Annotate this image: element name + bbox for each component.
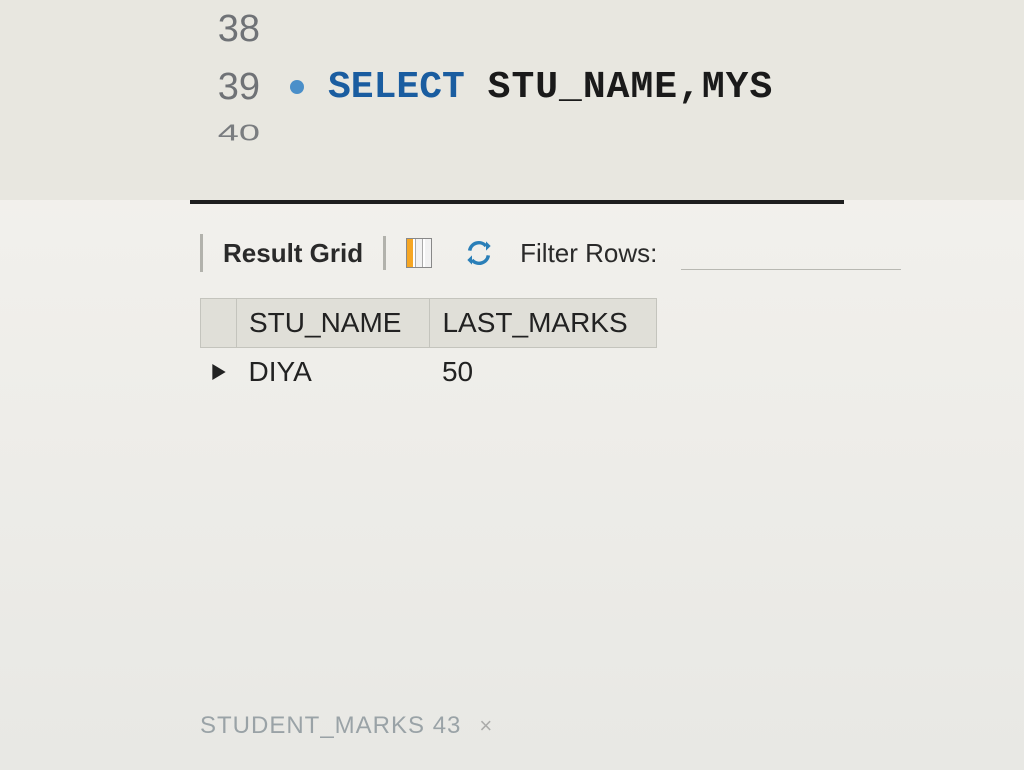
- results-toolbar: Result Grid Filter Rows:: [0, 204, 1024, 290]
- close-icon[interactable]: ×: [479, 713, 492, 739]
- grid-view-icon[interactable]: [406, 238, 432, 268]
- results-tab-bar: STUDENT_MARKS 43 ×: [200, 712, 492, 740]
- breakpoint-dot-icon[interactable]: [290, 80, 304, 94]
- corner-cell: [201, 299, 237, 348]
- column-header-stu-name[interactable]: STU_NAME: [237, 299, 430, 348]
- tab-student-marks[interactable]: STUDENT_MARKS 43: [200, 712, 461, 740]
- line-number: 40: [200, 121, 280, 147]
- result-grid-label: Result Grid: [223, 238, 363, 269]
- table-row[interactable]: DIYA 50: [201, 348, 657, 397]
- code-line-40[interactable]: 40: [200, 116, 1024, 151]
- separator: [200, 234, 203, 272]
- result-grid-table[interactable]: STU_NAME LAST_MARKS DIYA 50: [200, 298, 657, 396]
- code-line-39[interactable]: 39 SELECT STU_NAME,MYS: [200, 58, 1024, 116]
- line-number: 39: [200, 66, 280, 109]
- column-header-last-marks[interactable]: LAST_MARKS: [430, 299, 656, 348]
- code-text: SELECT STU_NAME,MYS: [328, 66, 773, 109]
- code-line-38[interactable]: 38: [200, 0, 1024, 58]
- sql-editor[interactable]: 38 39 SELECT STU_NAME,MYS 40: [0, 0, 1024, 200]
- line-number: 38: [200, 8, 280, 51]
- space: [465, 66, 488, 109]
- keyword-select: SELECT: [328, 66, 465, 109]
- current-row-indicator-icon: [201, 348, 237, 397]
- identifier: STU_NAME,MYS: [488, 66, 774, 109]
- refresh-icon[interactable]: [464, 239, 494, 267]
- filter-rows-label: Filter Rows:: [520, 238, 657, 269]
- cell-last-marks[interactable]: 50: [430, 348, 656, 397]
- cell-stu-name[interactable]: DIYA: [237, 348, 430, 397]
- filter-rows-input[interactable]: [681, 236, 901, 270]
- separator: [383, 236, 386, 270]
- table-header-row: STU_NAME LAST_MARKS: [201, 299, 657, 348]
